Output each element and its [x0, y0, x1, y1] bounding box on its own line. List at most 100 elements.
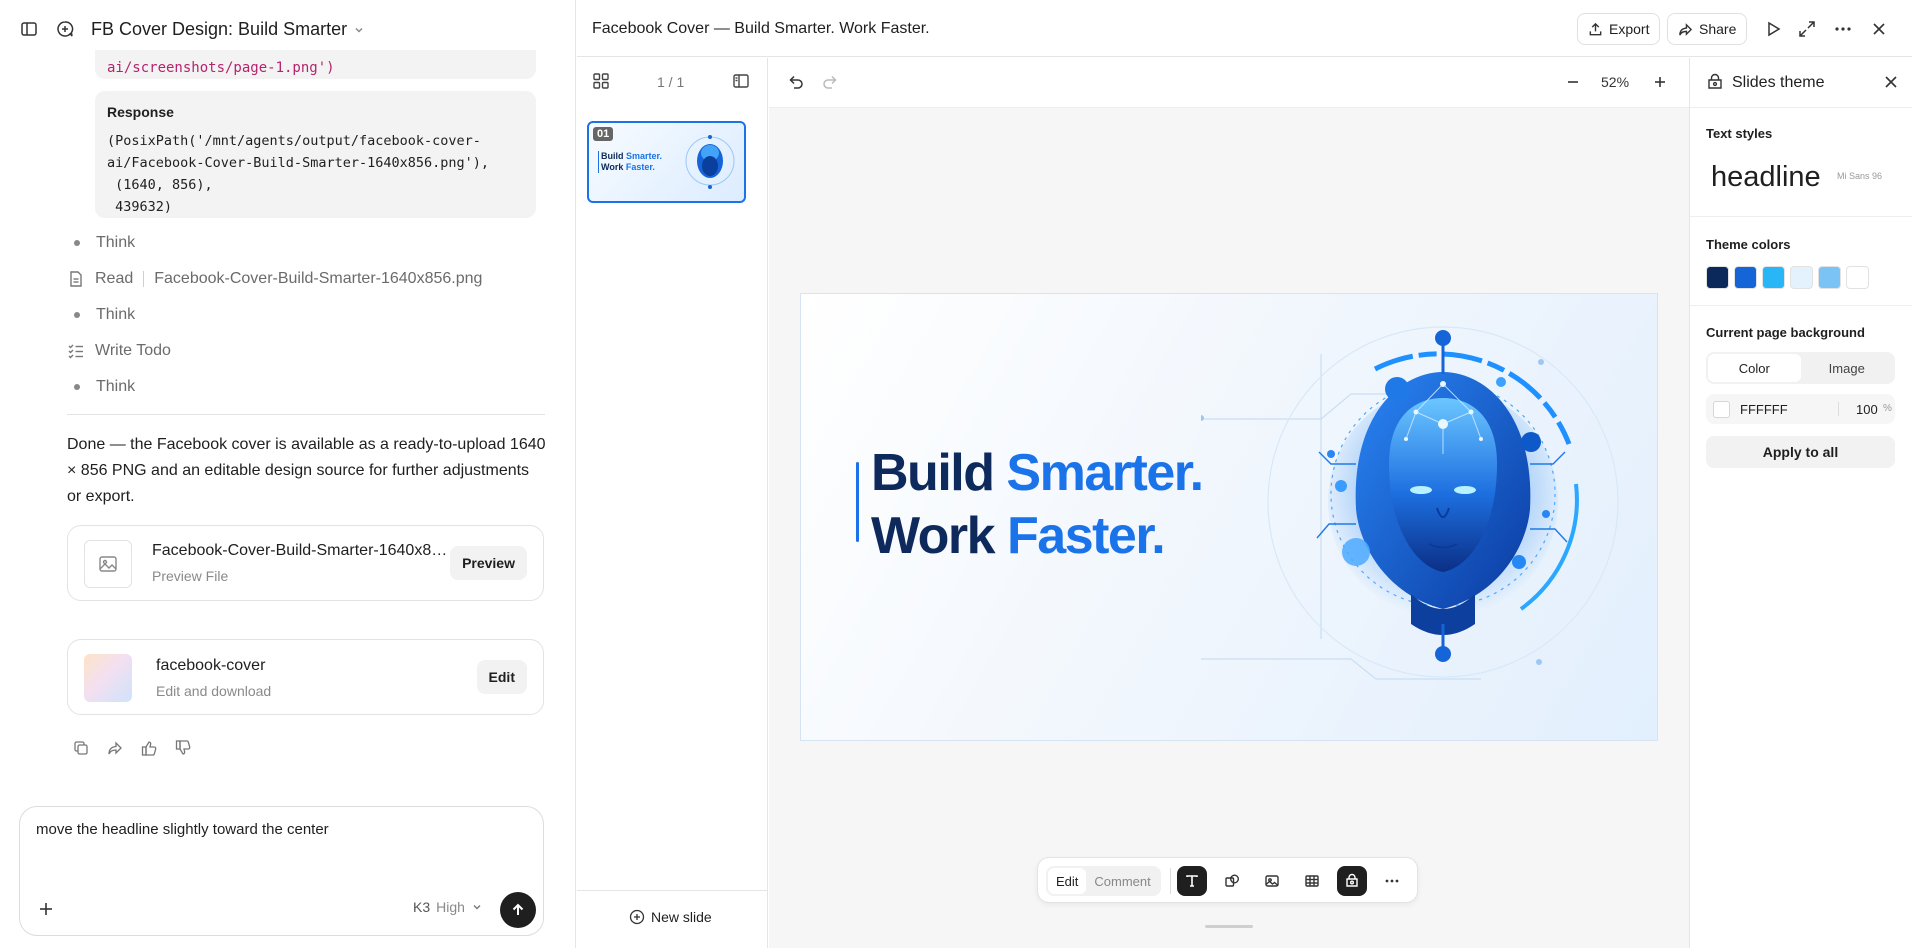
headline-style-sample[interactable]: headline [1711, 161, 1821, 194]
slide-canvas[interactable]: Build Smarter. Work Faster. [800, 293, 1658, 741]
step-label: Write Todo [95, 342, 171, 359]
thumb-word: Build [601, 151, 624, 161]
tool-response-block: Response (PosixPath('/mnt/agents/output/… [95, 91, 536, 218]
table-tool-icon[interactable] [1297, 866, 1327, 896]
undo-icon[interactable] [785, 72, 805, 92]
chat-panel: FB Cover Design: Build Smarter ai/screen… [0, 0, 576, 948]
step-think-3[interactable]: Think [67, 376, 135, 398]
step-think-2[interactable]: Think [67, 304, 135, 326]
new-chat-icon[interactable] [55, 19, 75, 39]
mode-comment-tab[interactable]: Comment [1086, 868, 1158, 894]
close-icon[interactable] [1869, 19, 1889, 39]
zoom-level: 52% [1601, 74, 1630, 90]
divider [1690, 216, 1912, 217]
sidebar-toggle-icon[interactable] [19, 19, 39, 39]
chevron-down-icon [471, 901, 483, 913]
share-button[interactable]: Share [1667, 13, 1748, 45]
edit-button[interactable]: Edit [476, 660, 527, 694]
response-body: (PosixPath('/mnt/agents/output/facebook-… [107, 133, 490, 215]
more-icon[interactable] [1377, 866, 1407, 896]
copy-icon[interactable] [72, 739, 90, 757]
slide-headline[interactable]: Build Smarter. Work Faster. [871, 442, 1204, 568]
model-name: K3 [413, 899, 431, 915]
palette-icon [1706, 73, 1724, 91]
headline-word: Faster. [1007, 507, 1166, 565]
slide-list-toolbar: 1 / 1 [577, 58, 768, 106]
thumb-word: Faster. [625, 162, 655, 172]
color-swatch[interactable] [1790, 266, 1813, 289]
add-circle-icon [629, 909, 645, 925]
file-card-title: Facebook-Cover-Build-Smarter-1640x856.pn… [152, 542, 452, 559]
assistant-message: Done — the Facebook cover is available a… [67, 436, 546, 505]
send-button[interactable] [500, 892, 536, 928]
bullet-icon [74, 384, 80, 390]
design-card[interactable]: facebook-cover Edit and download Edit [67, 639, 544, 715]
bg-color-swatch[interactable] [1713, 401, 1730, 418]
background-color-field[interactable]: FFFFFF 100 % [1706, 394, 1895, 424]
theme-colors-heading: Theme colors [1706, 237, 1791, 252]
share-label: Share [1699, 21, 1737, 37]
document-icon [67, 270, 85, 288]
apply-to-all-button[interactable]: Apply to all [1706, 436, 1895, 468]
resize-handle[interactable] [1205, 925, 1253, 928]
message-input[interactable] [36, 821, 526, 838]
thumbs-up-icon[interactable] [140, 739, 158, 757]
zoom-in-icon[interactable] [1651, 73, 1669, 91]
image-file-icon [84, 540, 132, 588]
mode-edit-tab[interactable]: Edit [1048, 868, 1087, 894]
slide-list: 1 / 1 01 Build Smarter. Work Faster. New… [577, 58, 768, 948]
bg-hex-value[interactable]: FFFFFF [1740, 402, 1788, 417]
conversation-title[interactable]: FB Cover Design: Build Smarter [91, 19, 365, 40]
more-icon[interactable] [1833, 19, 1853, 39]
export-button[interactable]: Export [1577, 13, 1661, 45]
bg-color-tab[interactable]: Color [1708, 354, 1801, 382]
share-icon [1678, 22, 1693, 37]
shapes-tool-icon[interactable] [1217, 866, 1247, 896]
preview-button[interactable]: Preview [450, 546, 527, 580]
fullscreen-icon[interactable] [1797, 19, 1817, 39]
step-label: Think [96, 378, 136, 395]
share-icon[interactable] [106, 739, 124, 757]
canvas-toolbar: 52% [769, 58, 1689, 108]
layout-panel-icon[interactable] [732, 72, 750, 90]
ai-head-illustration[interactable] [1201, 294, 1658, 741]
color-swatch[interactable] [1762, 266, 1785, 289]
theme-tool-icon[interactable] [1337, 866, 1367, 896]
file-card[interactable]: Facebook-Cover-Build-Smarter-1640x856.pn… [67, 525, 544, 601]
color-swatch[interactable] [1846, 266, 1869, 289]
play-icon[interactable] [1763, 19, 1783, 39]
step-think-1[interactable]: Think [67, 232, 135, 254]
chevron-down-icon [353, 24, 365, 36]
theme-panel-title: Slides theme [1732, 74, 1825, 91]
model-selector[interactable]: K3 High [413, 899, 483, 915]
step-write-todo[interactable]: Write Todo [67, 340, 171, 362]
slide-thumbnail-1[interactable]: 01 Build Smarter. Work Faster. [587, 121, 746, 203]
color-swatch[interactable] [1818, 266, 1841, 289]
bg-image-tab[interactable]: Image [1801, 354, 1894, 382]
close-icon[interactable] [1883, 74, 1899, 90]
step-read[interactable]: Read Facebook-Cover-Build-Smarter-1640x8… [67, 268, 482, 290]
divider [67, 414, 545, 415]
zoom-out-icon[interactable] [1564, 73, 1582, 91]
text-tool-icon[interactable] [1177, 866, 1207, 896]
new-slide-button[interactable]: New slide [629, 909, 712, 925]
page-count: 1 / 1 [657, 74, 685, 90]
color-swatch[interactable] [1734, 266, 1757, 289]
thumbs-down-icon[interactable] [174, 739, 192, 757]
image-tool-icon[interactable] [1257, 866, 1287, 896]
redo-icon[interactable] [821, 72, 841, 92]
step-label: Read [95, 270, 134, 287]
grid-view-icon[interactable] [592, 72, 610, 90]
divider [143, 271, 145, 287]
new-slide-label: New slide [651, 909, 712, 925]
add-attachment-icon[interactable] [36, 899, 56, 919]
thumb-headline: Build Smarter. Work Faster. [601, 151, 662, 173]
mode-toggle: Edit Comment [1046, 866, 1161, 896]
export-icon [1588, 22, 1603, 37]
response-label: Response [107, 104, 174, 120]
design-thumbnail [84, 654, 132, 702]
message-composer: K3 High [19, 806, 544, 936]
color-swatch[interactable] [1706, 266, 1729, 289]
bg-opacity-value[interactable]: 100 [1856, 402, 1878, 417]
step-label: Think [96, 306, 136, 323]
